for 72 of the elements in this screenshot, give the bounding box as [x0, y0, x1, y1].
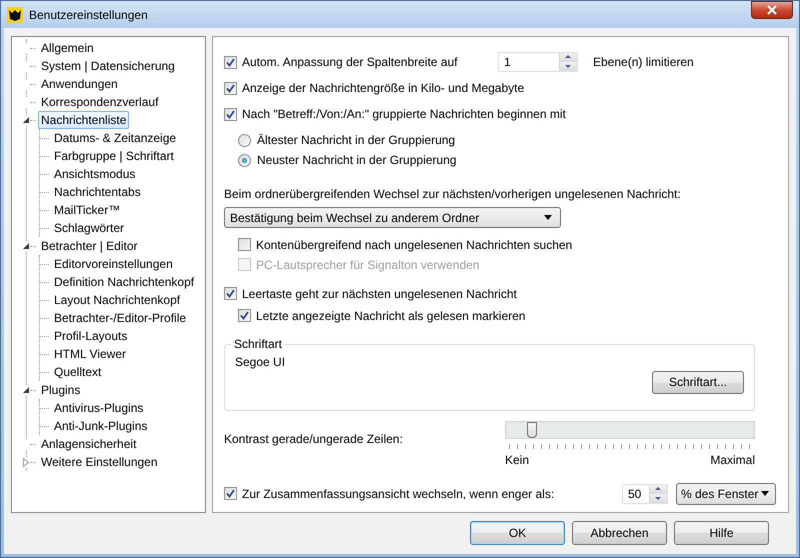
- spinner-arrows-icon[interactable]: [649, 484, 667, 503]
- option-label: Neuster Nachricht in der Gruppierung: [257, 153, 456, 168]
- slider-max-label: Maximal: [710, 453, 755, 468]
- checkbox[interactable]: [224, 287, 237, 300]
- option-label: Kontrast gerade/ungerade Zeilen:: [224, 432, 403, 446]
- number-field[interactable]: 50: [622, 484, 668, 504]
- tree-item[interactable]: Betrachter | Editor: [38, 237, 140, 255]
- collapse-icon[interactable]: [22, 386, 30, 394]
- tree-item[interactable]: Nachrichtentabs: [51, 183, 144, 201]
- tree-item[interactable]: Antivirus-Plugins: [51, 399, 146, 417]
- group-title: Schriftart: [231, 336, 286, 351]
- slider-track[interactable]: [505, 421, 755, 440]
- tree-item[interactable]: HTML Viewer: [51, 345, 130, 363]
- font-name: Segoe UI: [235, 354, 286, 369]
- tree-item[interactable]: MailTicker™: [51, 201, 124, 219]
- tree-item[interactable]: Allgemein: [38, 39, 97, 57]
- tree-item[interactable]: Ansichtsmodus: [51, 165, 138, 183]
- caret-icon: [761, 491, 769, 496]
- dropdown[interactable]: Bestätigung beim Wechsel zu anderem Ordner: [224, 207, 561, 228]
- dialog-button[interactable]: Abbrechen: [572, 521, 667, 545]
- option-label: Nach "Betreff:/Von:/An:" gruppierte Nachrichten beginnen mit: [242, 107, 566, 122]
- checkbox[interactable]: [224, 56, 237, 69]
- checkbox[interactable]: [224, 108, 237, 121]
- unit-dropdown[interactable]: % des Fenster: [676, 482, 776, 505]
- tree-item[interactable]: Definition Nachrichtenkopf: [51, 273, 198, 291]
- checkbox[interactable]: [238, 309, 251, 322]
- option-label: Zur Zusammenfassungsansicht wechseln, wenn enger als:: [242, 486, 554, 501]
- option-label: Letzte angezeigte Nachricht als gelesen markieren: [256, 308, 526, 323]
- radio-button[interactable]: [238, 154, 251, 167]
- slider-min-label: Kein: [505, 453, 530, 468]
- tree-item[interactable]: Quelltext: [51, 363, 104, 381]
- option-label: Kontenübergreifend nach ungelesenen Nachrichten suchen: [256, 238, 572, 252]
- slider-thumb[interactable]: [527, 422, 538, 438]
- tree-item[interactable]: Betrachter-/Editor-Profile: [51, 309, 190, 327]
- section-label: Beim ordnerübergreifenden Wechsel zur nächsten/vorherigen ungelesenen Nachricht:: [224, 187, 681, 202]
- dialog-button[interactable]: OK: [470, 521, 565, 545]
- tree-item[interactable]: Nachrichtenliste: [38, 111, 130, 129]
- window-title: Benutzereinstellungen: [29, 8, 148, 22]
- option-label: Leertaste geht zur nächsten ungelesenen Nachricht: [242, 286, 517, 301]
- tree-item[interactable]: Editorvoreinstellungen: [51, 255, 176, 273]
- tree-item[interactable]: Plugins: [38, 381, 84, 399]
- option-label: PC-Lautsprecher für Signalton verwenden: [256, 258, 480, 272]
- tree-item[interactable]: Anwendungen: [38, 75, 121, 93]
- option-label: Ebene(n) limitieren: [593, 55, 694, 70]
- close-icon: [767, 5, 777, 15]
- collapse-icon[interactable]: [22, 116, 30, 124]
- option-label: Ältester Nachricht in der Gruppierung: [257, 133, 456, 148]
- app-icon: [7, 6, 23, 22]
- tree-item[interactable]: Schlagwörter: [51, 219, 128, 237]
- font-button[interactable]: Schriftart...: [652, 370, 744, 394]
- tree-item[interactable]: Datums- & Zeitanzeige: [51, 129, 180, 147]
- expand-icon[interactable]: [23, 458, 29, 466]
- tree-item[interactable]: Korrespondenzverlauf: [38, 93, 162, 111]
- number-field[interactable]: 1: [498, 52, 578, 72]
- radio-button[interactable]: [238, 134, 251, 147]
- checkbox[interactable]: [238, 238, 251, 252]
- spinner-arrows-icon[interactable]: [559, 53, 577, 72]
- caret-icon: [544, 215, 552, 220]
- tree-item[interactable]: Anlagensicherheit: [38, 435, 140, 453]
- checkbox[interactable]: [224, 82, 237, 95]
- option-label: Autom. Anpassung der Spaltenbreite auf: [242, 55, 458, 70]
- tree-item[interactable]: Profil-Layouts: [51, 327, 130, 345]
- collapse-icon[interactable]: [22, 242, 30, 250]
- close-button[interactable]: [751, 1, 793, 19]
- tree-item[interactable]: Layout Nachrichtenkopf: [51, 291, 184, 309]
- option-label: Anzeige der Nachrichtengröße in Kilo- und Megabyte: [242, 81, 524, 96]
- dialog-button[interactable]: Hilfe: [674, 521, 769, 545]
- checkbox[interactable]: [224, 487, 237, 500]
- tree-item[interactable]: System | Datensicherung: [38, 57, 178, 75]
- tree-item[interactable]: Anti-Junk-Plugins: [51, 417, 150, 435]
- tree-item[interactable]: Weitere Einstellungen: [38, 453, 161, 471]
- tree-item[interactable]: Farbgruppe | Schriftart: [51, 147, 177, 165]
